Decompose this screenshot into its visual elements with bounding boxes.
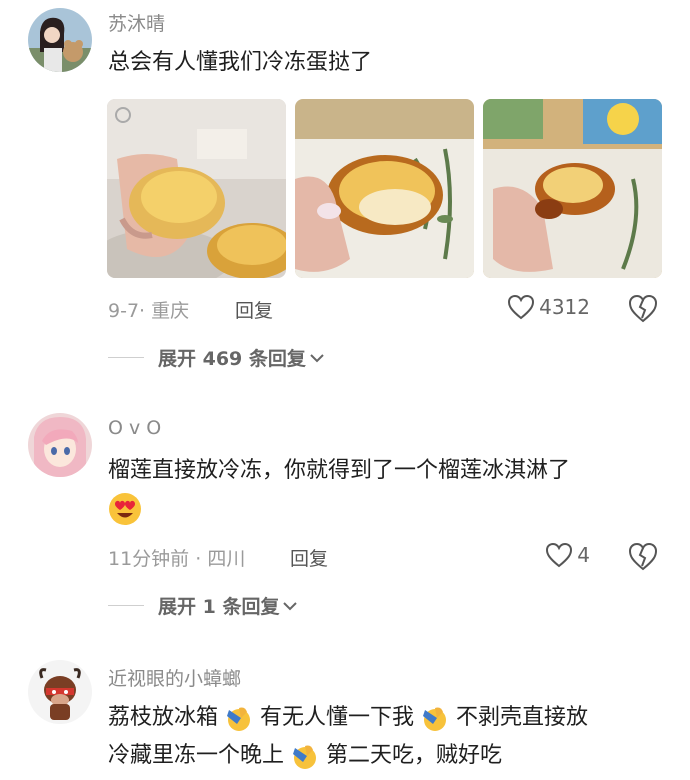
facepalm-emoji-icon <box>423 707 447 731</box>
expand-label: 展开 469 条回复 <box>158 348 306 370</box>
comment-meta: 9-7· 重庆 <box>108 296 189 323</box>
comment-text-body: 榴莲直接放冷冻，你就得到了一个榴莲冰淇淋了 <box>108 458 571 483</box>
username[interactable]: O v O <box>108 417 161 439</box>
avatar[interactable] <box>28 660 92 724</box>
photo-grid <box>107 99 662 278</box>
broken-heart-icon <box>628 294 658 323</box>
reply-button[interactable]: 回复 <box>290 544 328 571</box>
avatar-girl-image <box>28 8 92 72</box>
like-count: 4312 <box>539 295 590 319</box>
text-part: 荔枝放冰箱 <box>108 705 219 730</box>
comment-location: 重庆 <box>151 300 190 322</box>
heart-eyes-emoji-icon <box>109 493 141 525</box>
username[interactable]: 近视眼的小蟑螂 <box>108 664 241 691</box>
comment-text: 总会有人懂我们冷冻蛋挞了 <box>108 50 373 75</box>
divider-line <box>108 357 144 358</box>
text-part: 冷藏里冻一个晚上 <box>108 743 285 768</box>
avatar[interactable] <box>28 413 92 477</box>
chevron-down-icon <box>310 353 324 362</box>
text-part: 有无人懂一下我 <box>260 705 415 730</box>
facepalm-emoji-icon <box>227 707 251 731</box>
chevron-down-icon <box>283 601 298 610</box>
dislike-button[interactable] <box>628 542 658 572</box>
comment-meta: 11分钟前 · 四川 <box>108 544 245 571</box>
like-button[interactable]: 4 <box>545 542 590 568</box>
meta-separator: · <box>139 300 146 322</box>
avatar[interactable] <box>28 8 92 72</box>
meta-separator: · <box>195 548 202 570</box>
photo-egg-tart-1[interactable] <box>107 99 286 278</box>
avatar-cow-image <box>28 660 92 724</box>
reply-button[interactable]: 回复 <box>235 296 273 323</box>
comment-text: 榴莲直接放冷冻，你就得到了一个榴莲冰淇淋了 <box>108 452 668 528</box>
text-part: 第二天吃，贼好吃 <box>326 743 503 768</box>
comment-text: 荔枝放冰箱 有无人懂一下我 不剥壳直接放 冷藏里冻一个晚上 第二天吃，贼好吃 <box>108 699 668 775</box>
facepalm-emoji-icon <box>293 745 317 769</box>
like-count: 4 <box>577 543 590 567</box>
comment-date: 11分钟前 <box>108 548 190 570</box>
dislike-button[interactable] <box>628 294 658 324</box>
heart-icon <box>546 542 573 568</box>
comment-location: 四川 <box>207 548 246 570</box>
heart-icon <box>508 294 535 320</box>
photo-egg-tart-2[interactable] <box>295 99 474 278</box>
expand-label: 展开 1 条回复 <box>158 596 280 618</box>
divider-line <box>108 605 144 606</box>
text-part: 不剥壳直接放 <box>456 705 589 730</box>
broken-heart-icon <box>628 542 658 571</box>
expand-replies[interactable]: 展开 469 条回复 <box>108 344 326 371</box>
comment-date: 9-7 <box>108 300 140 322</box>
username[interactable]: 苏沐晴 <box>108 9 165 36</box>
avatar-anime-image <box>28 413 92 477</box>
expand-replies[interactable]: 展开 1 条回复 <box>108 592 299 619</box>
like-button[interactable]: 4312 <box>507 294 590 320</box>
photo-egg-tart-3[interactable] <box>483 99 662 278</box>
